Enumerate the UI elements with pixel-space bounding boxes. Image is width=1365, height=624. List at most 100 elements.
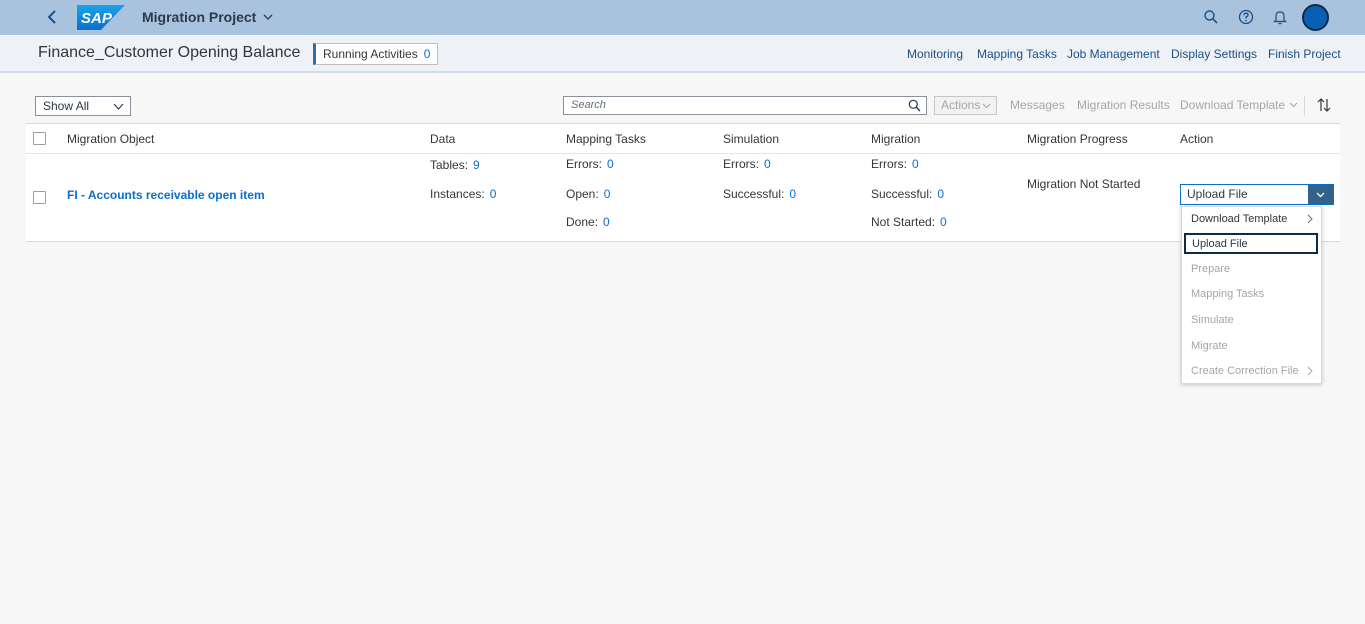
migration-successful-label: Successful: [871,187,933,201]
mapping-done-label: Done: [566,215,599,229]
mapping-done: Done: 0 [566,215,610,229]
migration-object-link[interactable]: FI - Accounts receivable open item [67,188,265,202]
simulation-successful-count[interactable]: 0 [789,187,796,201]
migration-successful-count[interactable]: 0 [937,187,944,201]
mapping-errors: Errors: 0 [566,157,614,171]
column-migration[interactable]: Migration [871,132,920,146]
select-all-checkbox[interactable] [33,132,46,145]
column-action[interactable]: Action [1180,132,1213,146]
notifications-icon[interactable] [1272,9,1288,25]
table-header: Migration Object Data Mapping Tasks Simu… [26,124,1340,154]
data-instances: Instances: 0 [430,187,496,201]
instances-count[interactable]: 0 [490,187,497,201]
menu-item-prepare[interactable]: Prepare [1182,257,1321,282]
running-activities-button[interactable]: Running Activities 0 [313,43,439,65]
nav-finish-project[interactable]: Finish Project [1268,47,1341,61]
mapping-open-count[interactable]: 0 [604,187,611,201]
migration-results-button[interactable]: Migration Results [1077,98,1170,112]
data-tables: Tables: 9 [430,158,480,172]
actions-label: Actions [941,98,981,112]
menu-item-create-correction-file[interactable]: Create Correction File [1182,359,1321,384]
column-mapping-tasks[interactable]: Mapping Tasks [566,132,646,146]
messages-button[interactable]: Messages [1010,98,1065,112]
mapping-open-label: Open: [566,187,599,201]
row-checkbox[interactable] [33,191,46,204]
app-title: Migration Project [142,9,257,25]
menu-item-label: Prepare [1191,263,1231,275]
migration-errors: Errors: 0 [871,157,919,171]
mapping-done-count[interactable]: 0 [603,215,610,229]
mapping-errors-label: Errors: [566,157,602,171]
column-data[interactable]: Data [430,132,455,146]
simulation-successful-label: Successful: [723,187,785,201]
action-select[interactable]: Upload File [1180,184,1334,205]
menu-item-migrate[interactable]: Migrate [1182,334,1321,359]
simulation-errors-label: Errors: [723,157,759,171]
filter-value: Show All [43,99,90,113]
migration-progress-status: Migration Not Started [1027,177,1140,191]
page-title: Finance_Customer Opening Balance [38,44,301,61]
chevron-down-icon [113,103,124,110]
sap-logo[interactable]: SAP [77,5,125,30]
avatar[interactable] [1302,4,1329,31]
mapping-open: Open: 0 [566,187,610,201]
download-template-label: Download Template [1180,98,1286,112]
menu-item-download-template[interactable]: Download Template [1182,207,1321,232]
search-placeholder: Search [571,99,606,111]
menu-item-label: Mapping Tasks [1191,288,1265,300]
chevron-right-icon [1307,214,1313,224]
column-migration-object[interactable]: Migration Object [67,132,154,146]
shell-bar: SAP Migration Project [0,0,1365,35]
action-select-value: Upload File [1187,187,1248,201]
back-icon[interactable] [44,8,62,26]
tables-label: Tables: [430,158,469,172]
tables-count[interactable]: 9 [473,158,480,172]
instances-label: Instances: [430,187,485,201]
nav-job-management[interactable]: Job Management [1067,47,1160,61]
object-header: Finance_Customer Opening Balance Running… [0,35,1365,73]
simulation-successful: Successful: 0 [723,187,796,201]
action-menu: Download Template Upload File Prepare Ma… [1181,206,1322,384]
migration-objects-table: Show All Search Actions Messages Migrati… [26,86,1340,242]
help-icon[interactable] [1238,9,1254,25]
simulation-errors-count[interactable]: 0 [764,157,771,171]
chevron-down-icon [263,14,273,20]
column-migration-progress[interactable]: Migration Progress [1027,132,1128,146]
menu-item-label: Simulate [1191,314,1234,326]
chevron-down-icon[interactable] [1308,185,1333,204]
nav-mapping-tasks[interactable]: Mapping Tasks [977,47,1057,61]
menu-item-label: Download Template [1191,213,1288,225]
migration-not-started-count[interactable]: 0 [940,215,947,229]
toolbar-divider [1304,96,1305,116]
nav-display-settings[interactable]: Display Settings [1171,47,1257,61]
menu-item-upload-file[interactable]: Upload File [1184,233,1318,254]
download-template-button[interactable]: Download Template [1180,98,1298,112]
migration-successful: Successful: 0 [871,187,944,201]
menu-item-simulate[interactable]: Simulate [1182,308,1321,333]
filter-select[interactable]: Show All [35,96,131,116]
nav-monitoring[interactable]: Monitoring [907,47,963,61]
chevron-down-icon [1289,102,1297,108]
search-icon[interactable] [908,99,921,112]
actions-button[interactable]: Actions [934,96,997,115]
chevron-right-icon [1307,366,1313,376]
migration-errors-label: Errors: [871,157,907,171]
progress-text: Migration Not Started [1027,177,1141,191]
simulation-errors: Errors: 0 [723,157,771,171]
menu-item-label: Upload File [1192,238,1248,250]
column-simulation[interactable]: Simulation [723,132,779,146]
search-input[interactable]: Search [563,96,927,115]
menu-item-label: Migrate [1191,340,1228,352]
app-title-menu[interactable]: Migration Project [142,9,274,25]
table-toolbar: Show All Search Actions Messages Migrati… [26,86,1340,124]
menu-item-mapping-tasks[interactable]: Mapping Tasks [1182,282,1321,307]
search-icon[interactable] [1203,9,1219,25]
svg-text:SAP: SAP [81,10,113,27]
sort-icon[interactable] [1316,97,1332,113]
chevron-down-icon [982,103,991,109]
running-activities-count: 0 [423,47,431,61]
mapping-errors-count[interactable]: 0 [607,157,614,171]
migration-not-started-label: Not Started: [871,215,936,229]
menu-item-label: Create Correction File [1191,365,1299,377]
migration-errors-count[interactable]: 0 [912,157,919,171]
